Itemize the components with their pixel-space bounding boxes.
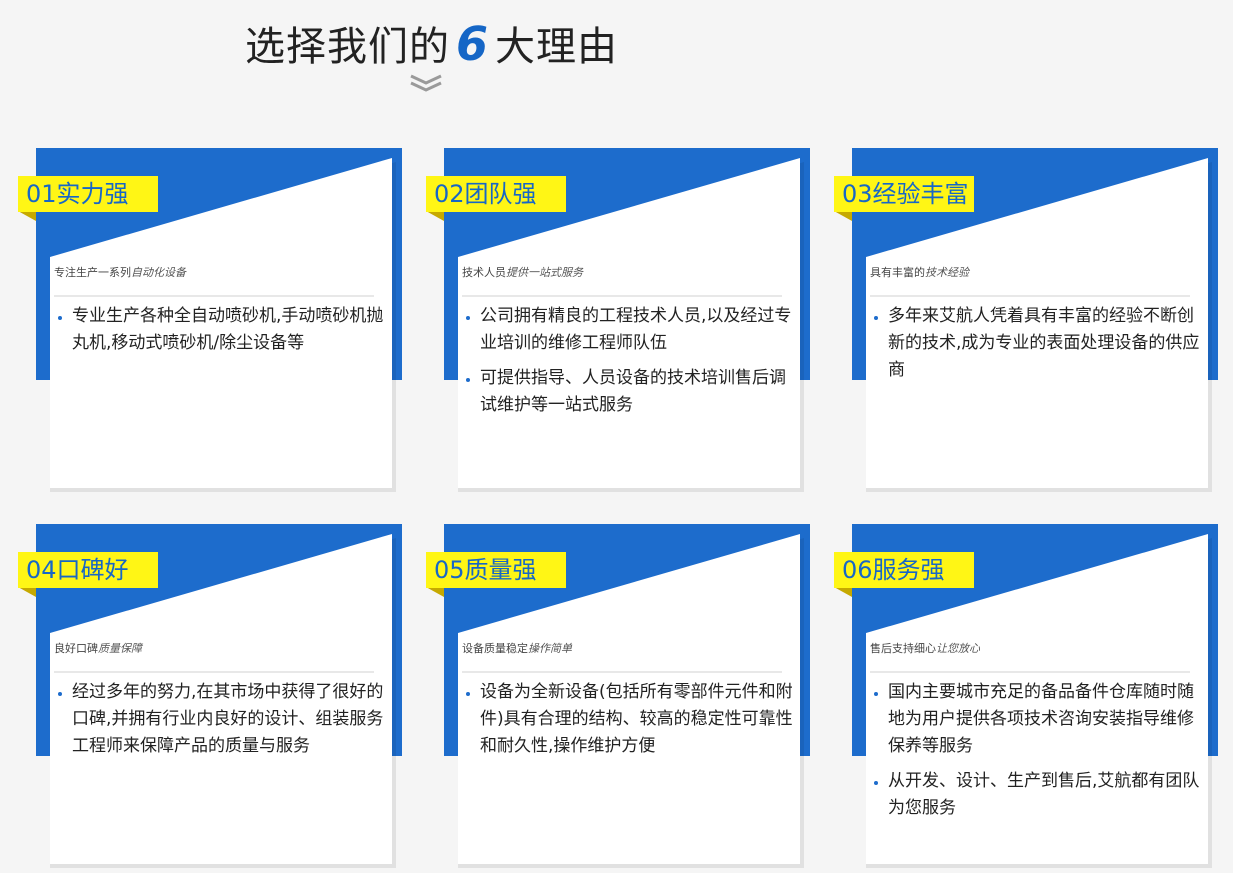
tab-fold — [18, 211, 36, 221]
title-before: 选择我们的 — [245, 24, 450, 70]
divider — [54, 295, 374, 297]
card-subtitle: 设备质量稳定操作简单 — [462, 640, 572, 656]
card-tab-label: 05质量强 — [426, 552, 566, 588]
divider — [870, 295, 1190, 297]
divider — [462, 295, 782, 297]
tab-fold — [426, 587, 444, 597]
divider — [870, 671, 1190, 673]
card-subtitle: 技术人员提供一站式服务 — [462, 264, 583, 280]
card-subtitle-plain: 专注生产一系列 — [54, 266, 131, 279]
card-bullet-item: 国内主要城市充足的备品备件仓库随时随地为用户提供各项技术咨询安装指导维修保养等服… — [874, 679, 1206, 760]
double-chevron-down-icon — [410, 74, 442, 92]
tab-fold — [834, 587, 852, 597]
card-tab-label: 06服务强 — [834, 552, 974, 588]
card-subtitle: 售后支持细心让您放心 — [870, 640, 980, 656]
reason-card: 05质量强设备质量稳定操作简单设备为全新设备(包括所有零部件元件和附件)具有合理… — [426, 524, 812, 868]
card-bullet-list: 国内主要城市充足的备品备件仓库随时随地为用户提供各项技术咨询安装指导维修保养等服… — [874, 679, 1206, 830]
tab-fold — [834, 211, 852, 221]
reason-card: 06服务强售后支持细心让您放心国内主要城市充足的备品备件仓库随时随地为用户提供各… — [834, 524, 1220, 868]
card-bullet-list: 设备为全新设备(包括所有零部件元件和附件)具有合理的结构、较高的稳定性可靠性和耐… — [466, 679, 798, 768]
card-bullet-list: 公司拥有精良的工程技术人员,以及经过专业培训的维修工程师队伍 可提供指导、人员设备… — [466, 303, 798, 427]
title-after: 大理由 — [495, 24, 619, 70]
card-bullet-item: 公司拥有精良的工程技术人员,以及经过专业培训的维修工程师队伍 — [466, 303, 798, 357]
reason-card: 04口碑好良好口碑质量保障经过多年的努力,在其市场中获得了很好的口碑,并拥有行业… — [18, 524, 404, 868]
divider — [462, 671, 782, 673]
card-bullet-item: 经过多年的努力,在其市场中获得了很好的口碑,并拥有行业内良好的设计、组装服务工程… — [58, 679, 390, 760]
card-subtitle-plain: 技术人员 — [462, 266, 506, 279]
reason-card: 03经验丰富具有丰富的技术经验多年来艾航人凭着具有丰富的经验不断创新的技术,成为… — [834, 148, 1220, 492]
page-title: 选择我们的 6 大理由 — [245, 14, 618, 72]
card-tab-label: 01实力强 — [18, 176, 158, 212]
card-subtitle-plain: 售后支持细心 — [870, 642, 936, 655]
card-bullet-item: 从开发、设计、生产到售后,艾航都有团队为您服务 — [874, 768, 1206, 822]
card-bullet-list: 经过多年的努力,在其市场中获得了很好的口碑,并拥有行业内良好的设计、组装服务工程… — [58, 679, 390, 768]
card-tab-label: 04口碑好 — [18, 552, 158, 588]
card-subtitle: 具有丰富的技术经验 — [870, 264, 969, 280]
card-subtitle-plain: 设备质量稳定 — [462, 642, 528, 655]
card-tab-label: 03经验丰富 — [834, 176, 974, 212]
tab-fold — [426, 211, 444, 221]
card-bullet-item: 专业生产各种全自动喷砂机,手动喷砂机抛丸机,移动式喷砂机/除尘设备等 — [58, 303, 390, 357]
card-tab-label: 02团队强 — [426, 176, 566, 212]
card-subtitle: 专注生产一系列自动化设备 — [54, 264, 186, 280]
card-bullet-item: 多年来艾航人凭着具有丰富的经验不断创新的技术,成为专业的表面处理设备的供应商 — [874, 303, 1206, 384]
card-subtitle-italic: 自动化设备 — [131, 266, 186, 279]
reason-card: 01实力强专注生产一系列自动化设备专业生产各种全自动喷砂机,手动喷砂机抛丸机,移… — [18, 148, 404, 492]
card-bullet-item: 可提供指导、人员设备的技术培训售后调试维护等一站式服务 — [466, 365, 798, 419]
card-subtitle-italic: 操作简单 — [528, 642, 572, 655]
card-subtitle-italic: 让您放心 — [936, 642, 980, 655]
card-subtitle: 良好口碑质量保障 — [54, 640, 142, 656]
reason-card: 02团队强技术人员提供一站式服务公司拥有精良的工程技术人员,以及经过专业培训的维… — [426, 148, 812, 492]
card-subtitle-italic: 提供一站式服务 — [506, 266, 583, 279]
card-bullet-list: 多年来艾航人凭着具有丰富的经验不断创新的技术,成为专业的表面处理设备的供应商 — [874, 303, 1206, 392]
divider — [54, 671, 374, 673]
card-bullet-list: 专业生产各种全自动喷砂机,手动喷砂机抛丸机,移动式喷砂机/除尘设备等 — [58, 303, 390, 365]
card-subtitle-italic: 技术经验 — [925, 266, 969, 279]
title-number: 6 — [456, 17, 490, 71]
card-subtitle-plain: 良好口碑 — [54, 642, 98, 655]
card-bullet-item: 设备为全新设备(包括所有零部件元件和附件)具有合理的结构、较高的稳定性可靠性和耐… — [466, 679, 798, 760]
tab-fold — [18, 587, 36, 597]
card-subtitle-plain: 具有丰富的 — [870, 266, 925, 279]
card-subtitle-italic: 质量保障 — [98, 642, 142, 655]
